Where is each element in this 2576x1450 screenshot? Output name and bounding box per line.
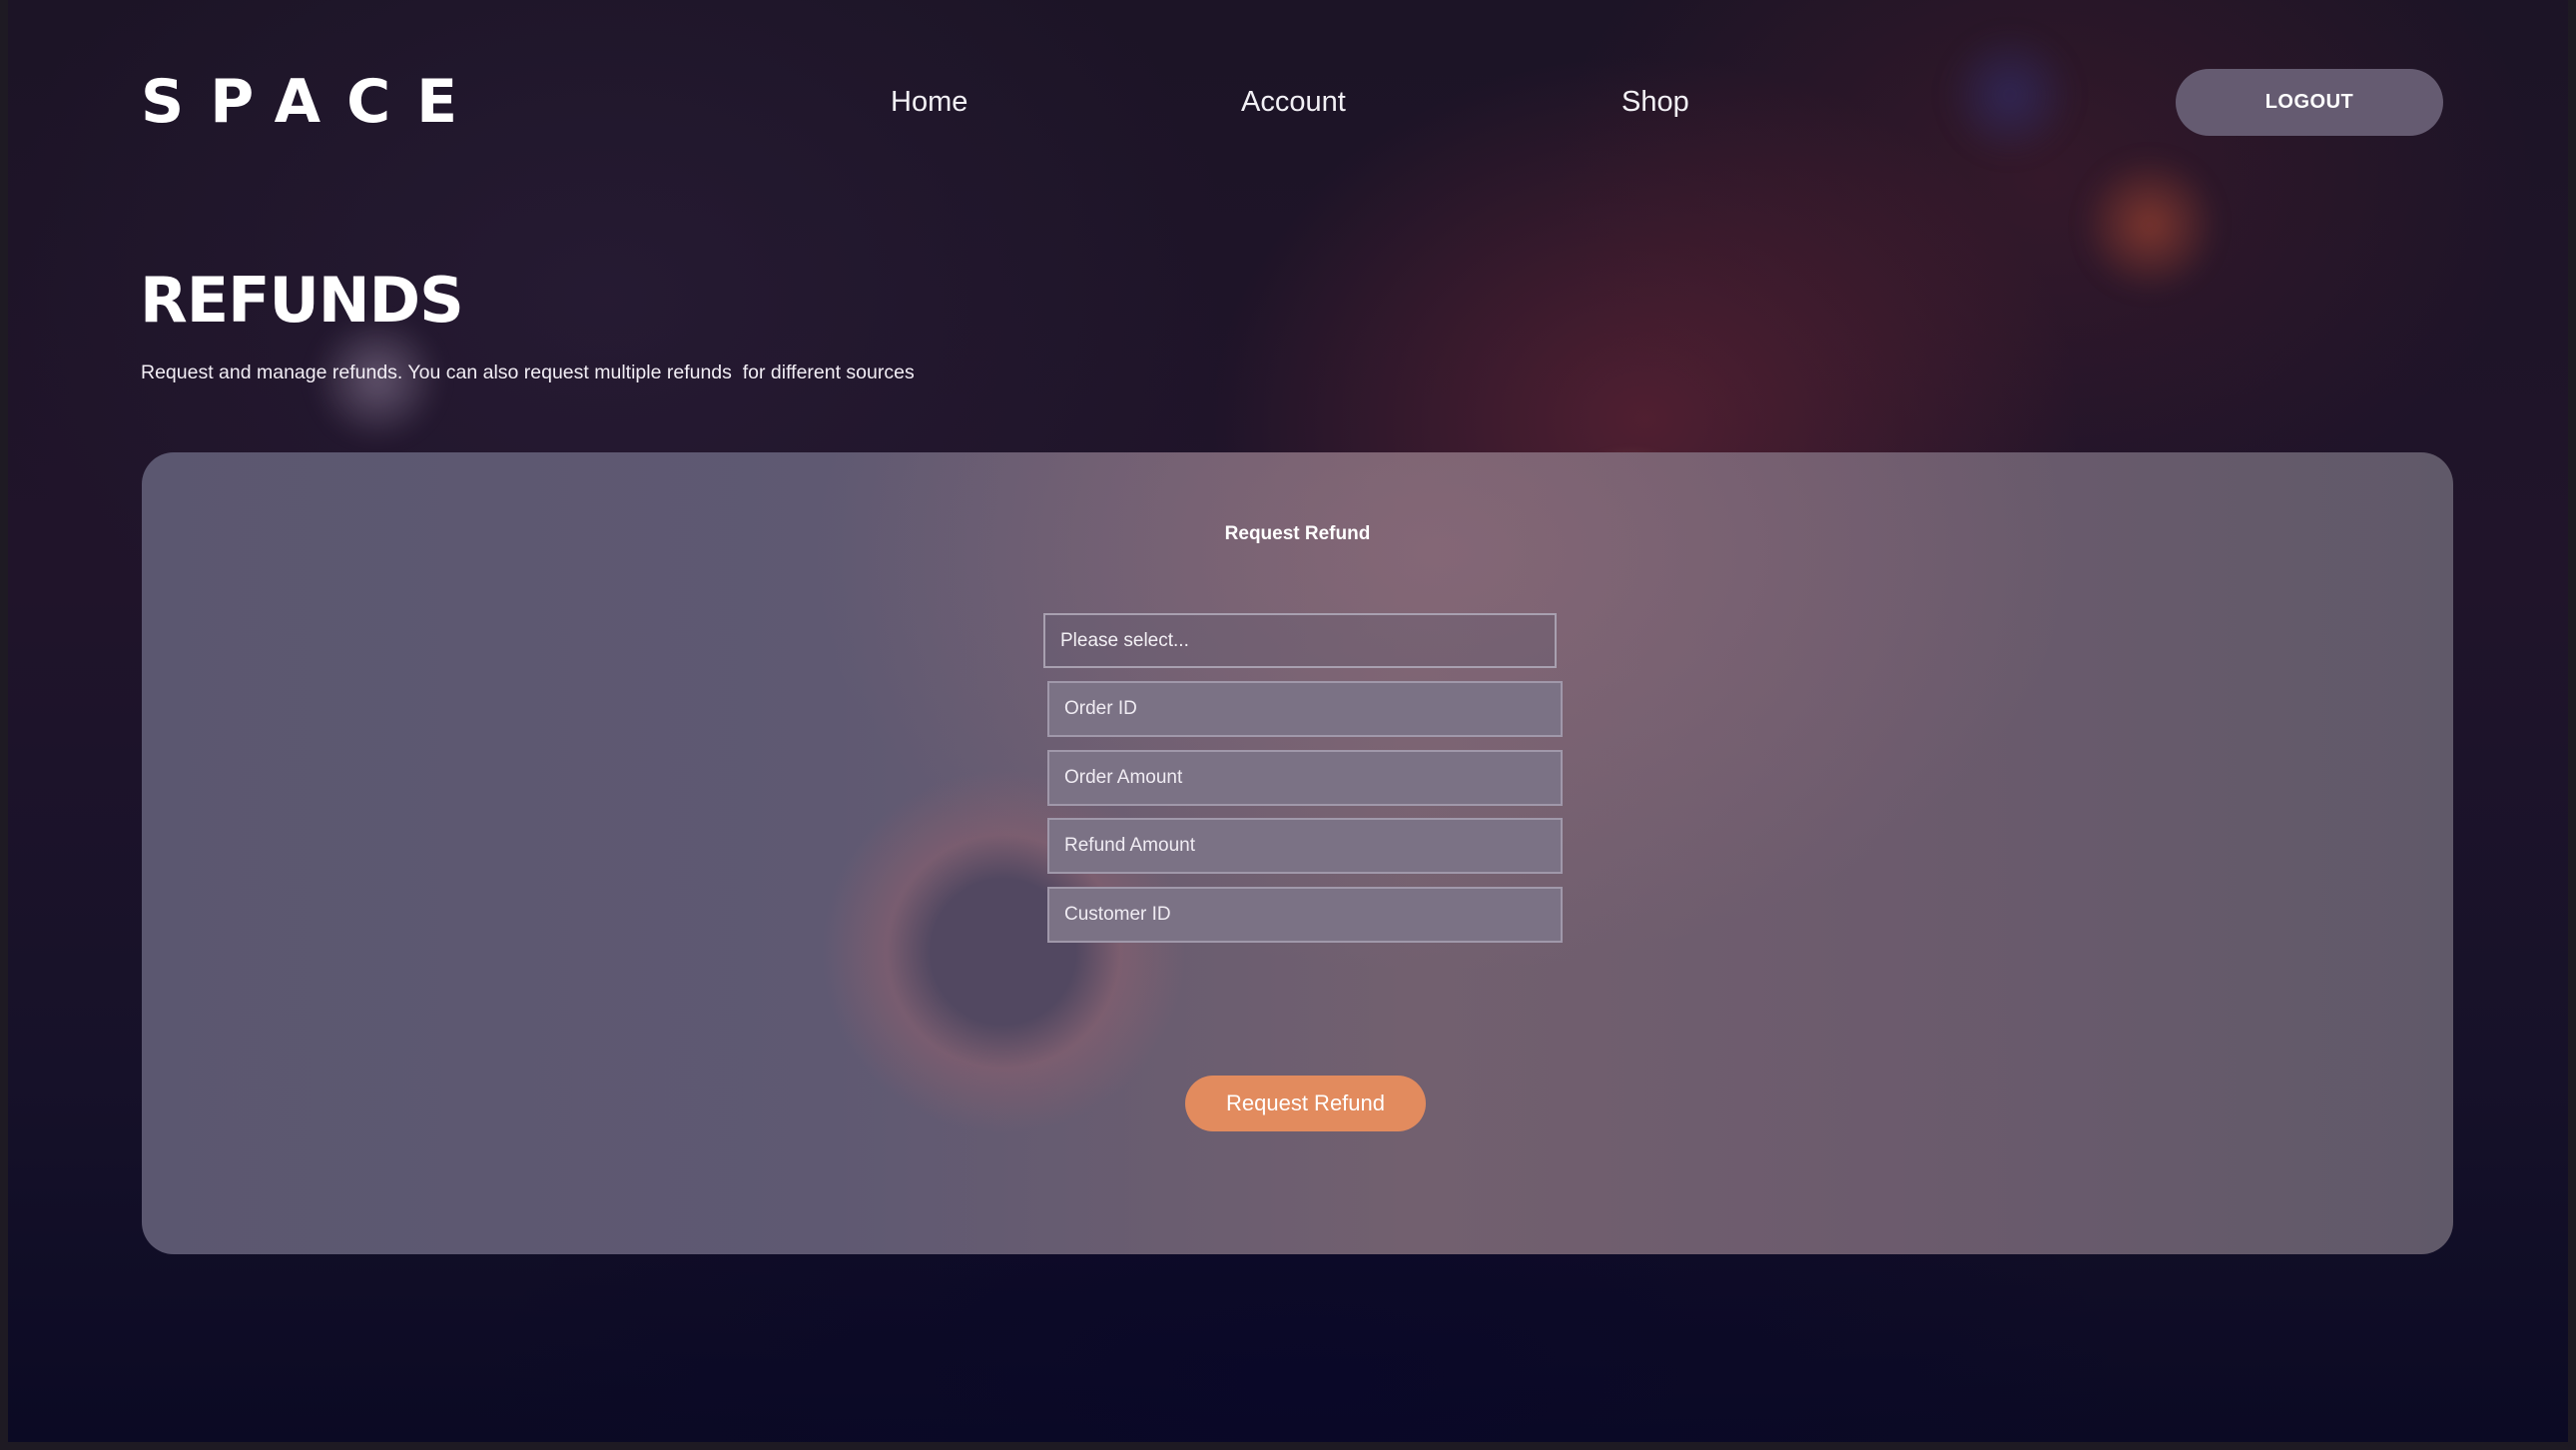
nav-account-link[interactable]: Account	[1241, 82, 1346, 122]
refund-source-select[interactable]: Please select...	[1043, 613, 1557, 668]
refund-form-title: Request Refund	[1224, 523, 1371, 544]
app-frame: SPACE Home Account Shop LOGOUT REFUNDS R…	[8, 0, 2568, 1442]
background-orange-glow	[2085, 150, 2215, 300]
nav-home-link[interactable]: Home	[891, 82, 967, 122]
nav-shop-link[interactable]: Shop	[1621, 82, 1689, 122]
page-title: REFUNDS	[140, 264, 464, 337]
logout-button[interactable]: LOGOUT	[2176, 69, 2443, 136]
background-blue-glow	[1945, 30, 2075, 160]
order-id-field[interactable]	[1047, 681, 1563, 737]
request-refund-button[interactable]: Request Refund	[1185, 1076, 1426, 1131]
order-amount-field[interactable]	[1047, 750, 1563, 806]
brand-logo[interactable]: SPACE	[141, 66, 483, 138]
refund-card: Request Refund Please select... Request …	[142, 452, 2453, 1254]
page-subtitle: Request and manage refunds. You can also…	[141, 362, 915, 383]
refund-amount-field[interactable]	[1047, 818, 1563, 874]
customer-id-field[interactable]	[1047, 887, 1563, 943]
